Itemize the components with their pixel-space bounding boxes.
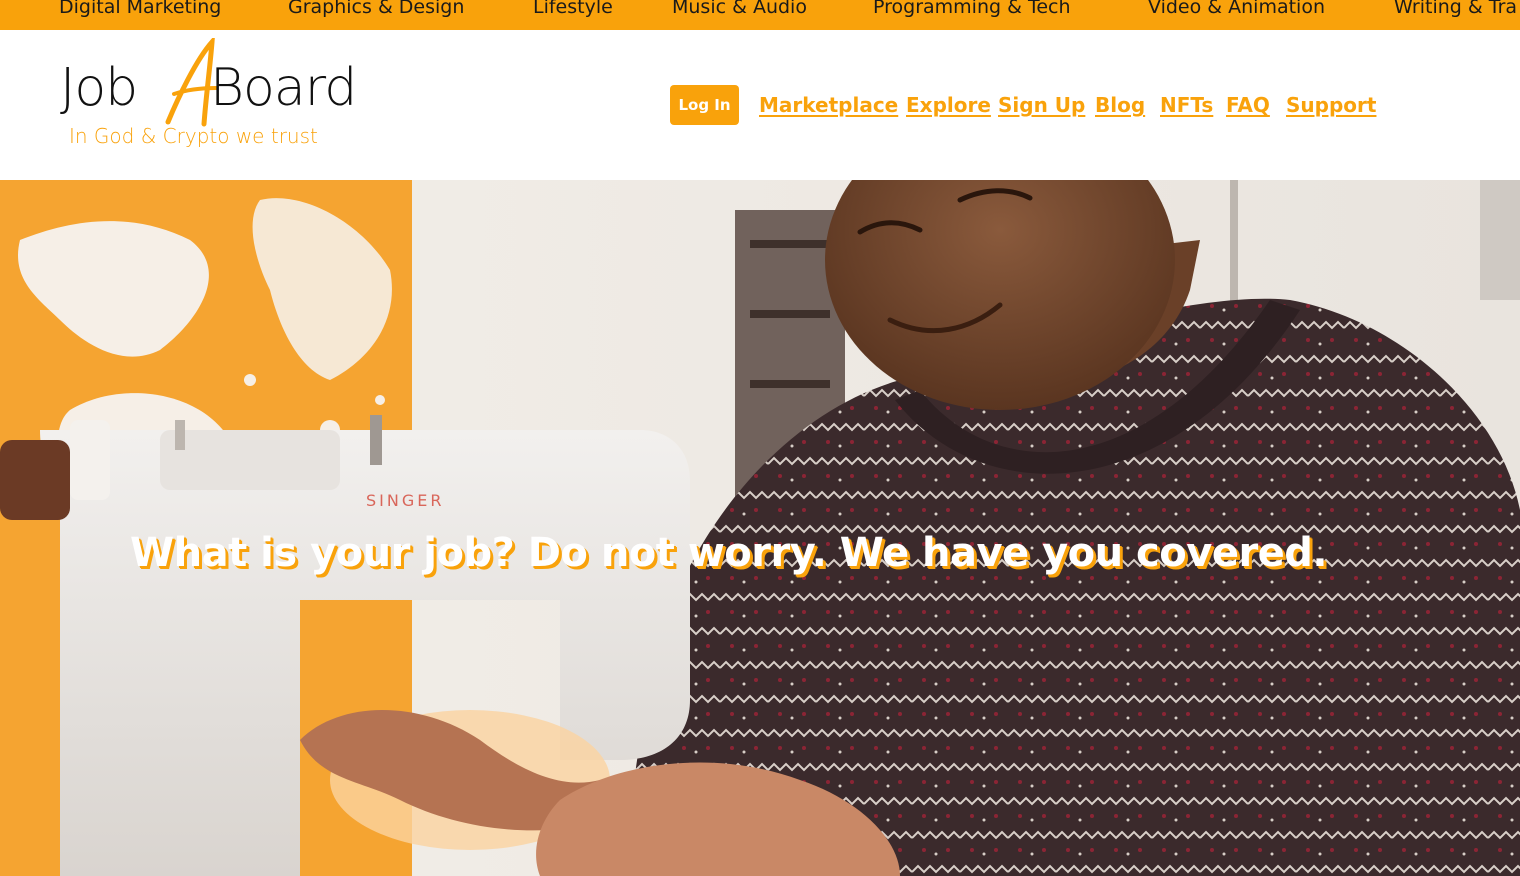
singer-brand-text: SINGER — [366, 491, 444, 510]
category-link-video-animation[interactable]: Video & Animation — [1148, 0, 1325, 20]
hero-headline: What is your job? Do not worry. We have … — [130, 530, 1328, 576]
nav-link-explore[interactable]: Explore — [906, 92, 991, 118]
category-link-lifestyle[interactable]: Lifestyle — [533, 0, 613, 20]
nav-link-faq[interactable]: FAQ — [1226, 92, 1270, 118]
site-logo[interactable]: Job A Board In God & Crypto we trust — [60, 38, 380, 158]
category-link-programming-tech[interactable]: Programming & Tech — [873, 0, 1071, 20]
login-button[interactable]: Log In — [670, 85, 739, 125]
nav-link-marketplace[interactable]: Marketplace — [759, 92, 898, 118]
logo-word-job: Job — [60, 58, 138, 118]
site-header: Job A Board In God & Crypto we trust Log… — [0, 30, 1520, 180]
nav-link-blog[interactable]: Blog — [1095, 92, 1145, 118]
category-link-music-audio[interactable]: Music & Audio — [672, 0, 807, 20]
nav-link-sign-up[interactable]: Sign Up — [998, 92, 1085, 118]
category-link-writing-translation[interactable]: Writing & Tra — [1394, 0, 1517, 20]
logo-tagline: In God & Crypto we trust — [69, 124, 318, 148]
category-bar: Digital Marketing Graphics & Design Life… — [0, 0, 1520, 30]
category-link-digital-marketing[interactable]: Digital Marketing — [59, 0, 221, 20]
nav-link-support[interactable]: Support — [1286, 92, 1376, 118]
logo-a-letter: A — [190, 96, 191, 99]
hero-banner: SINGER What is your job? Do not worry. W… — [0, 180, 1520, 876]
nav-link-nfts[interactable]: NFTs — [1160, 92, 1213, 118]
category-link-graphics-design[interactable]: Graphics & Design — [288, 0, 464, 20]
logo-word-board: Board — [210, 58, 357, 118]
